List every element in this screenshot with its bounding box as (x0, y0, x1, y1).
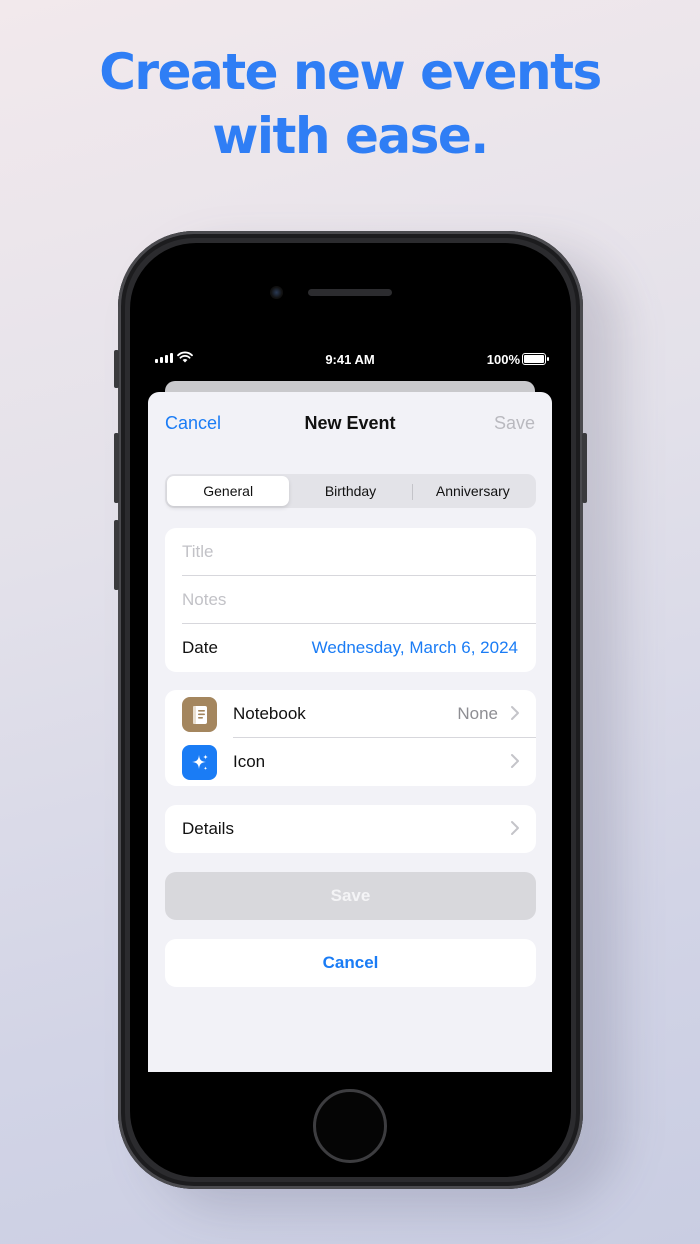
headline-line-2: with ease. (212, 107, 489, 165)
segment-birthday[interactable]: Birthday (289, 476, 411, 506)
cancel-button[interactable]: Cancel (165, 939, 536, 987)
power-button (582, 433, 587, 503)
details-group: Details (165, 805, 536, 853)
nav-save-button[interactable]: Save (494, 413, 535, 434)
home-button[interactable] (313, 1089, 387, 1163)
headline-line-1: Create new events (99, 43, 602, 101)
date-label: Date (182, 638, 218, 657)
event-type-segmented-control: General Birthday Anniversary (165, 474, 536, 508)
status-bar: 9:41 AM 100% (146, 344, 554, 374)
front-camera (270, 286, 283, 299)
notes-input[interactable]: Notes (182, 590, 226, 610)
chevron-right-icon (511, 821, 519, 835)
battery-icon (522, 353, 549, 365)
earpiece-speaker (308, 289, 392, 296)
details-label: Details (182, 819, 234, 838)
chevron-right-icon (511, 706, 519, 720)
details-row[interactable]: Details (165, 805, 536, 853)
icon-row[interactable]: Icon (165, 738, 536, 786)
segment-divider (411, 484, 413, 500)
volume-down-button (114, 520, 119, 590)
notes-row[interactable]: Notes (165, 576, 536, 624)
navigation-bar: Cancel New Event Save (148, 392, 552, 454)
marketing-headline: Create new events with ease. (0, 40, 700, 168)
segment-anniversary[interactable]: Anniversary (411, 476, 534, 506)
mute-switch (114, 350, 119, 388)
title-row[interactable]: Title (165, 528, 536, 576)
notebook-row[interactable]: Notebook None (165, 690, 536, 738)
save-button[interactable]: Save (165, 872, 536, 920)
segment-general[interactable]: General (167, 476, 290, 506)
segment-anniversary-label: Anniversary (435, 483, 510, 499)
battery-percentage: 100% (486, 352, 520, 367)
nav-title: New Event (304, 413, 396, 433)
chevron-right-icon (511, 754, 519, 768)
volume-up-button (114, 433, 119, 503)
title-input[interactable]: Title (182, 542, 214, 562)
notebook-label: Notebook (233, 704, 306, 723)
options-group: Notebook None Icon (165, 690, 536, 786)
date-row[interactable]: Date Wednesday, March 6, 2024 (165, 624, 536, 672)
icon-label: Icon (233, 752, 266, 771)
phone-screen: 9:41 AM 100% Cancel New Event Save Gener… (146, 344, 554, 1072)
date-value[interactable]: Wednesday, March 6, 2024 (312, 638, 518, 658)
sparkle-icon (182, 745, 217, 780)
notebook-value: None (457, 704, 498, 723)
notebook-icon (182, 697, 217, 732)
event-fields-group: Title Notes Date Wednesday, March 6, 202… (165, 528, 536, 672)
new-event-sheet: Cancel New Event Save General Birthday A… (148, 392, 552, 1072)
